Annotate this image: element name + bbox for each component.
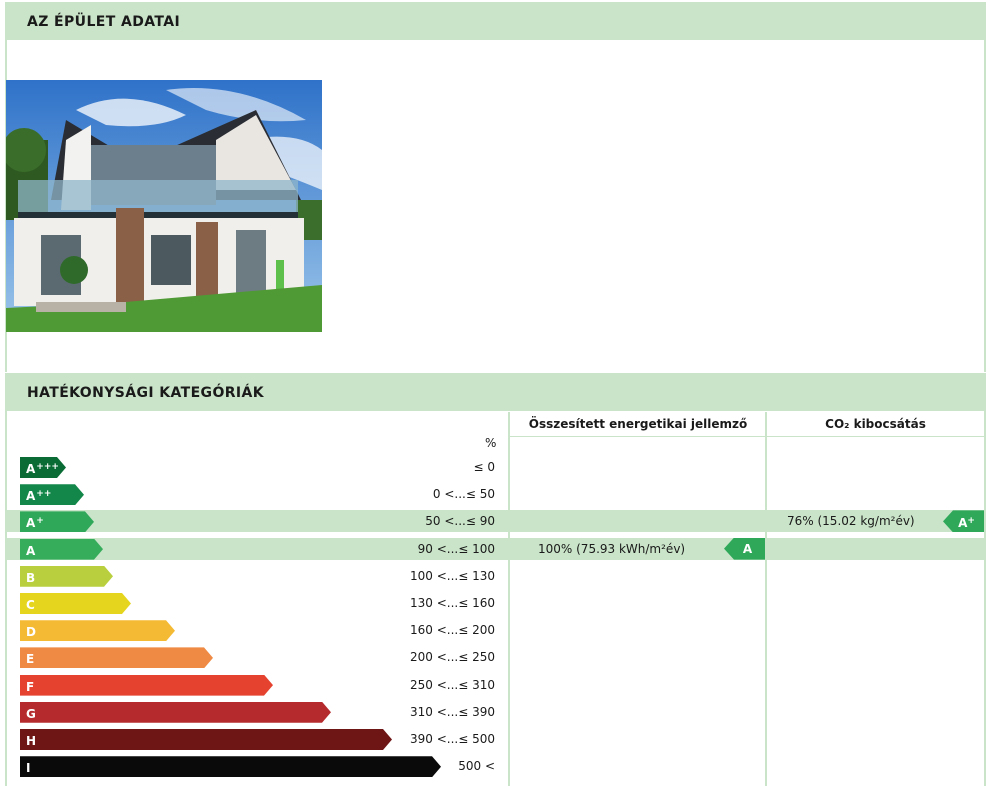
category-arrow: E: [20, 647, 213, 668]
category-arrow: G: [20, 702, 331, 723]
category-row: A 90 <...≤ 100: [5, 537, 986, 560]
category-letter: A: [26, 543, 36, 558]
category-row: E 200 <...≤ 250: [5, 646, 986, 668]
category-arrow: I: [20, 756, 441, 777]
category-letter: H: [26, 734, 37, 748]
category-range: 390 <...≤ 500: [410, 732, 495, 746]
category-letter: A: [26, 462, 36, 476]
building-section-title: AZ ÉPÜLET ADATAI: [5, 2, 986, 40]
percent-header: %: [485, 436, 497, 450]
category-range: 90 <...≤ 100: [417, 541, 495, 556]
category-row: A+++ ≤ 0: [5, 456, 986, 478]
category-range: 50 <...≤ 90: [425, 514, 495, 529]
category-letter: B: [26, 570, 36, 585]
category-row: D 160 <...≤ 200: [5, 619, 986, 641]
energy-class-label: A: [742, 541, 753, 556]
category-range: 500 <: [458, 759, 495, 774]
energy-column-header: Összesített energetikai jellemző: [528, 417, 748, 431]
category-range: 250 <...≤ 310: [410, 677, 495, 692]
category-arrow: C: [20, 593, 131, 614]
category-letter: G: [26, 706, 36, 721]
category-letter: D: [26, 625, 36, 640]
category-range: ≤ 0: [473, 460, 495, 474]
category-plus: +++: [36, 462, 59, 472]
category-arrow: A++: [20, 484, 84, 505]
category-range: 310 <...≤ 390: [410, 704, 495, 719]
frame-right: [984, 40, 986, 372]
co2-column-header: CO₂ kibocsátás: [825, 417, 926, 431]
co2-value: 76% (15.02 kg/m²év): [787, 514, 915, 529]
category-letter: A: [26, 489, 36, 504]
category-arrow: B: [20, 566, 113, 587]
category-arrow: A+++: [20, 457, 66, 478]
category-arrow: A: [20, 539, 103, 560]
category-plus: +: [36, 516, 44, 527]
category-letter: C: [26, 598, 35, 612]
category-letter: I: [26, 761, 31, 776]
category-row: H 390 <...≤ 500: [5, 728, 986, 750]
category-letter: F: [26, 679, 35, 694]
category-range: 200 <...≤ 250: [410, 650, 495, 665]
category-row: F 250 <...≤ 310: [5, 674, 986, 696]
energy-value: 100% (75.93 kWh/m²év): [538, 541, 686, 556]
category-row: G 310 <...≤ 390: [5, 701, 986, 723]
category-range: 130 <...≤ 160: [410, 596, 495, 610]
header-underline: [508, 436, 984, 437]
category-arrow: D: [20, 620, 175, 641]
category-letter: E: [26, 652, 35, 667]
efficiency-section-title: HATÉKONYSÁGI KATEGÓRIÁK: [5, 373, 986, 411]
category-row: C 130 <...≤ 160: [5, 592, 986, 614]
category-arrow: A+: [20, 511, 94, 532]
category-range: 0 <...≤ 50: [432, 487, 495, 502]
category-range: 160 <...≤ 200: [410, 623, 495, 638]
category-arrow: F: [20, 675, 273, 696]
category-row: I 500 <: [5, 755, 986, 777]
category-plus: ++: [36, 489, 52, 500]
category-row: B 100 <...≤ 130: [5, 565, 986, 587]
category-range: 100 <...≤ 130: [410, 568, 495, 583]
co2-class-label: A: [958, 516, 968, 531]
co2-class-sup: +: [967, 516, 975, 527]
category-letter: A: [26, 516, 36, 531]
building-photo: [6, 80, 322, 332]
category-row: A++ 0 <...≤ 50: [5, 483, 986, 505]
category-arrow: H: [20, 729, 392, 750]
